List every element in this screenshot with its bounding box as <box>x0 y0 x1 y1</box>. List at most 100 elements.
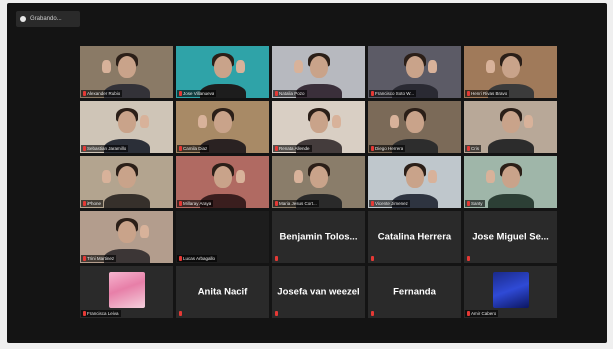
person-face <box>117 166 136 188</box>
waving-hand <box>428 170 437 183</box>
muted-mic-icon <box>371 256 374 261</box>
muted-mic-icon <box>275 146 278 151</box>
person-face <box>117 56 136 78</box>
participant-name-label: Trini Martinez <box>81 255 117 262</box>
participant-tile[interactable]: Fernanda <box>368 266 461 318</box>
participant-tile[interactable]: Millaray Araya <box>176 156 269 208</box>
recording-label: Grabando... <box>30 16 62 22</box>
person-face <box>501 56 520 78</box>
participant-tile[interactable]: Josefa van weezel <box>272 266 365 318</box>
person-face <box>213 111 232 133</box>
waving-hand <box>294 60 303 73</box>
participant-name-label: Cris <box>465 145 481 152</box>
participant-name-label: Francisca Leiva <box>81 310 121 317</box>
waving-hand <box>486 170 495 183</box>
participant-tile[interactable]: Francisco Soto W... <box>368 46 461 98</box>
waving-hand <box>102 170 111 183</box>
participant-tile[interactable]: Jose Miguel Se... <box>464 211 557 263</box>
participant-name: Cris <box>471 146 479 151</box>
participant-name-label: Santy <box>465 200 485 207</box>
waving-hand <box>332 115 341 128</box>
muted-mic-icon <box>179 91 182 96</box>
muted-mic-icon <box>275 91 278 96</box>
waving-hand <box>428 60 437 73</box>
muted-mic-icon <box>467 201 470 206</box>
participant-tile[interactable]: Renata Allende <box>272 101 365 153</box>
muted-mic-icon <box>371 311 374 316</box>
participant-name-label: Lucas Arbagallo <box>177 255 218 262</box>
participant-name-label: Diego Herrera <box>369 145 406 152</box>
participant-display-name: Jose Miguel Se... <box>472 231 549 243</box>
participant-name-label: iPhone <box>81 200 104 207</box>
participant-tile[interactable]: Jose Villanueva <box>176 46 269 98</box>
muted-mic-icon <box>83 201 86 206</box>
participant-tile[interactable]: Cris <box>464 101 557 153</box>
person-body <box>487 139 534 153</box>
participant-tile[interactable]: Henri Rivas Bravo <box>464 46 557 98</box>
participant-name-label: Camila Diaz <box>177 145 210 152</box>
muted-mic-icon <box>179 201 182 206</box>
waving-hand <box>236 170 245 183</box>
person-face <box>213 56 232 78</box>
muted-mic-icon <box>275 256 278 261</box>
muted-mic-icon <box>371 201 374 206</box>
muted-mic-icon <box>179 311 182 316</box>
participant-tile[interactable]: Diego Herrera <box>368 101 461 153</box>
zoom-meeting-window: Grabando... Alexander Rubio Jose Villanue… <box>7 3 607 343</box>
muted-mic-icon <box>371 146 374 151</box>
muted-mic-icon <box>179 146 182 151</box>
person-face <box>501 111 520 133</box>
participant-display-name: Catalina Herrera <box>377 231 452 243</box>
participant-name-label: Jose Villanueva <box>177 90 217 97</box>
participant-display-name: Benjamin Tolos... <box>279 231 358 243</box>
participant-tile[interactable]: Santy <box>464 156 557 208</box>
participant-tile[interactable]: Alexander Rubio <box>80 46 173 98</box>
participant-name-label: Francisco Soto W... <box>369 90 417 97</box>
participant-tile[interactable]: Camila Diaz <box>176 101 269 153</box>
participant-tile[interactable]: Trini Martinez <box>80 211 173 263</box>
person-face <box>405 166 424 188</box>
muted-mic-icon <box>467 146 470 151</box>
waving-hand <box>140 225 149 238</box>
muted-mic-icon <box>83 256 86 261</box>
participant-tile[interactable]: iPhone <box>80 156 173 208</box>
profile-picture <box>492 272 529 308</box>
participant-name: Lucas Arbagallo <box>183 256 216 261</box>
participant-name: Renata Allende <box>279 146 310 151</box>
person-face <box>309 56 328 78</box>
muted-mic-icon <box>83 311 86 316</box>
participant-name: Jose Villanueva <box>183 91 215 96</box>
waving-hand <box>198 115 207 128</box>
waving-hand <box>102 60 111 73</box>
participant-tile[interactable]: Catalina Herrera <box>368 211 461 263</box>
participant-name: Trini Martinez <box>87 256 115 261</box>
participant-tile[interactable]: Natalia Pozo <box>272 46 365 98</box>
participant-name-label: Natalia Pozo <box>273 90 307 97</box>
participant-name: Henri Rivas Bravo <box>471 91 508 96</box>
waving-hand <box>390 115 399 128</box>
participant-tile[interactable]: Lucas Arbagallo <box>176 211 269 263</box>
participant-tile[interactable]: Sebastian Jaramillo <box>80 101 173 153</box>
participant-display-name: Fernanda <box>393 286 436 298</box>
participant-tile[interactable]: Maria Jesus Cort... <box>272 156 365 208</box>
participant-name-label: Sebastian Jaramillo <box>81 145 129 152</box>
participant-tile[interactable]: Benjamin Tolos... <box>272 211 365 263</box>
participant-name: Alexander Rubio <box>87 91 121 96</box>
participant-tile[interactable]: Amir Cabero <box>464 266 557 318</box>
participant-tile[interactable]: Francisca Leiva <box>80 266 173 318</box>
person-face <box>309 166 328 188</box>
participant-tile[interactable]: Vicente Jimenez <box>368 156 461 208</box>
gallery-view-grid: Alexander Rubio Jose Villanueva Natalia Po… <box>80 46 557 318</box>
participant-name: Vicente Jimenez <box>375 201 408 206</box>
muted-mic-icon <box>467 91 470 96</box>
person-face <box>213 166 232 188</box>
person-face <box>117 221 136 243</box>
participant-name-label: Maria Jesus Cort... <box>273 200 319 207</box>
participant-name: Amir Cabero <box>471 311 497 316</box>
record-icon <box>20 16 26 22</box>
participant-name-label: Renata Allende <box>273 145 312 152</box>
participant-name-label: Henri Rivas Bravo <box>465 90 510 97</box>
person-face <box>501 166 520 188</box>
participant-tile[interactable]: Anita Nacif <box>176 266 269 318</box>
recording-indicator[interactable]: Grabando... <box>16 11 80 27</box>
